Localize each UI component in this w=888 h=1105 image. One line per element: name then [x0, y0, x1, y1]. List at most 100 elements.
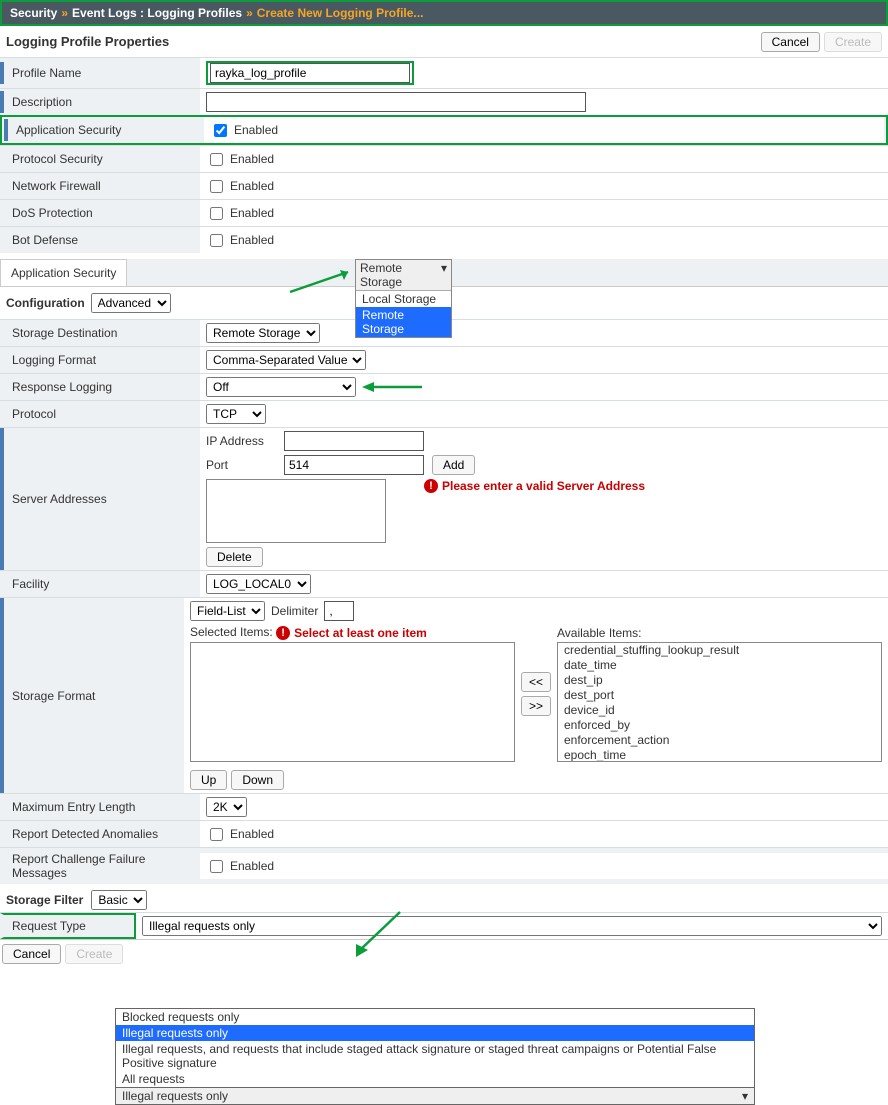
error-icon: ! [276, 626, 290, 640]
add-server-button[interactable]: Add [432, 455, 475, 475]
configuration-select[interactable]: Advanced [91, 293, 171, 313]
enabled-label: Enabled [234, 123, 278, 137]
ip-address-input[interactable] [284, 431, 424, 451]
configuration-label: Configuration [6, 296, 85, 310]
server-address-list[interactable] [206, 479, 386, 543]
description-input[interactable] [206, 92, 586, 112]
label-facility: Facility [0, 573, 200, 595]
annotation-arrow-icon [362, 379, 422, 395]
report-anomalies-checkbox[interactable] [210, 828, 223, 841]
dropdown-option-local[interactable]: Local Storage [356, 291, 451, 307]
request-type-option[interactable]: Blocked requests only [116, 1009, 754, 1025]
label-max-entry-length: Maximum Entry Length [0, 796, 200, 818]
protocol-security-checkbox[interactable] [210, 153, 223, 166]
move-right-button[interactable]: >> [521, 696, 551, 716]
enabled-label: Enabled [230, 179, 274, 193]
label-profile-name: Profile Name [0, 62, 200, 84]
enabled-label: Enabled [230, 152, 274, 166]
response-logging-select[interactable]: Off [206, 377, 356, 397]
label-protocol-security: Protocol Security [0, 148, 200, 170]
label-request-type: Request Type [0, 913, 136, 939]
available-item[interactable]: enforcement_action [558, 733, 881, 748]
label-protocol: Protocol [0, 403, 200, 425]
label-description: Description [0, 91, 200, 113]
storage-filter-mode-select[interactable]: Basic [91, 890, 147, 910]
label-network-firewall: Network Firewall [0, 175, 200, 197]
label-app-security: Application Security [4, 119, 204, 141]
available-items-label: Available Items: [557, 626, 882, 640]
move-left-button[interactable]: << [521, 672, 551, 692]
label-bot-defense: Bot Defense [0, 229, 200, 251]
available-item[interactable]: dest_port [558, 688, 881, 703]
enabled-label: Enabled [230, 233, 274, 247]
delimiter-label: Delimiter [271, 604, 318, 618]
create-button: Create [824, 32, 882, 52]
available-item[interactable]: enforced_by [558, 718, 881, 733]
selected-items-label: Selected Items: [190, 625, 273, 639]
port-label: Port [206, 458, 276, 472]
available-item[interactable]: device_id [558, 703, 881, 718]
request-type-option[interactable]: All requests [116, 1071, 754, 1087]
label-report-challenge: Report Challenge Failure Messages [0, 848, 200, 884]
label-server-addresses: Server Addresses [0, 428, 200, 570]
tab-application-security[interactable]: Application Security [0, 259, 127, 286]
profile-name-input[interactable] [210, 63, 410, 83]
bot-defense-checkbox[interactable] [210, 234, 223, 247]
cancel-button-bottom[interactable]: Cancel [2, 944, 61, 964]
server-address-error: Please enter a valid Server Address [442, 479, 645, 493]
available-item[interactable]: credential_stuffing_lookup_result [558, 643, 881, 658]
label-response-logging: Response Logging [0, 376, 200, 398]
breadcrumb-security[interactable]: Security [10, 6, 57, 20]
create-button-bottom: Create [65, 944, 123, 964]
app-security-checkbox[interactable] [214, 124, 227, 137]
label-dos-protection: DoS Protection [0, 202, 200, 224]
breadcrumb: Security » Event Logs : Logging Profiles… [0, 0, 888, 26]
protocol-select[interactable]: TCP [206, 404, 266, 424]
dropdown-current: Remote Storage [360, 261, 441, 289]
report-challenge-checkbox[interactable] [210, 860, 223, 873]
storage-destination-select[interactable]: Remote Storage [206, 323, 320, 343]
delete-server-button[interactable]: Delete [206, 547, 263, 567]
label-storage-format: Storage Format [0, 598, 184, 793]
network-firewall-checkbox[interactable] [210, 180, 223, 193]
dropdown-option-remote[interactable]: Remote Storage [356, 307, 451, 337]
logging-format-select[interactable]: Comma-Separated Values [206, 350, 366, 370]
section-title-properties: Logging Profile Properties [6, 30, 169, 53]
available-items-list[interactable]: credential_stuffing_lookup_resultdate_ti… [557, 642, 882, 762]
storage-format-mode-select[interactable]: Field-List [190, 601, 265, 621]
chevron-down-icon: ▾ [742, 1089, 748, 1103]
enabled-label: Enabled [230, 827, 274, 841]
delimiter-input[interactable] [324, 601, 354, 621]
port-input[interactable] [284, 455, 424, 475]
move-up-button[interactable]: Up [190, 770, 227, 790]
selected-items-error: Select at least one item [294, 626, 427, 640]
chevron-down-icon: ▾ [441, 261, 447, 289]
available-item[interactable]: epoch_time [558, 748, 881, 762]
ip-address-label: IP Address [206, 434, 276, 448]
selected-items-list[interactable] [190, 642, 515, 762]
label-logging-format: Logging Format [0, 349, 200, 371]
breadcrumb-current: Create New Logging Profile... [257, 6, 424, 20]
label-report-anomalies: Report Detected Anomalies [0, 823, 200, 845]
error-icon: ! [424, 479, 438, 493]
breadcrumb-eventlogs[interactable]: Event Logs : Logging Profiles [72, 6, 242, 20]
facility-select[interactable]: LOG_LOCAL0 [206, 574, 311, 594]
storage-destination-dropdown-open: Remote Storage ▾ Local Storage Remote St… [355, 259, 452, 338]
request-type-readout: Illegal requests only [122, 1089, 228, 1103]
cancel-button[interactable]: Cancel [761, 32, 820, 52]
available-item[interactable]: dest_ip [558, 673, 881, 688]
dos-protection-checkbox[interactable] [210, 207, 223, 220]
move-down-button[interactable]: Down [231, 770, 284, 790]
label-storage-destination: Storage Destination [0, 322, 200, 344]
request-type-option[interactable]: Illegal requests, and requests that incl… [116, 1041, 754, 1071]
request-type-select[interactable]: Illegal requests only [142, 916, 882, 936]
enabled-label: Enabled [230, 859, 274, 873]
breadcrumb-sep: » [61, 6, 68, 20]
max-entry-select[interactable]: 2K [206, 797, 247, 817]
request-type-options-open: Blocked requests only Illegal requests o… [115, 1008, 755, 1105]
available-item[interactable]: date_time [558, 658, 881, 673]
request-type-option[interactable]: Illegal requests only [116, 1025, 754, 1041]
breadcrumb-sep: » [246, 6, 253, 20]
enabled-label: Enabled [230, 206, 274, 220]
storage-filter-title: Storage Filter [6, 893, 83, 907]
